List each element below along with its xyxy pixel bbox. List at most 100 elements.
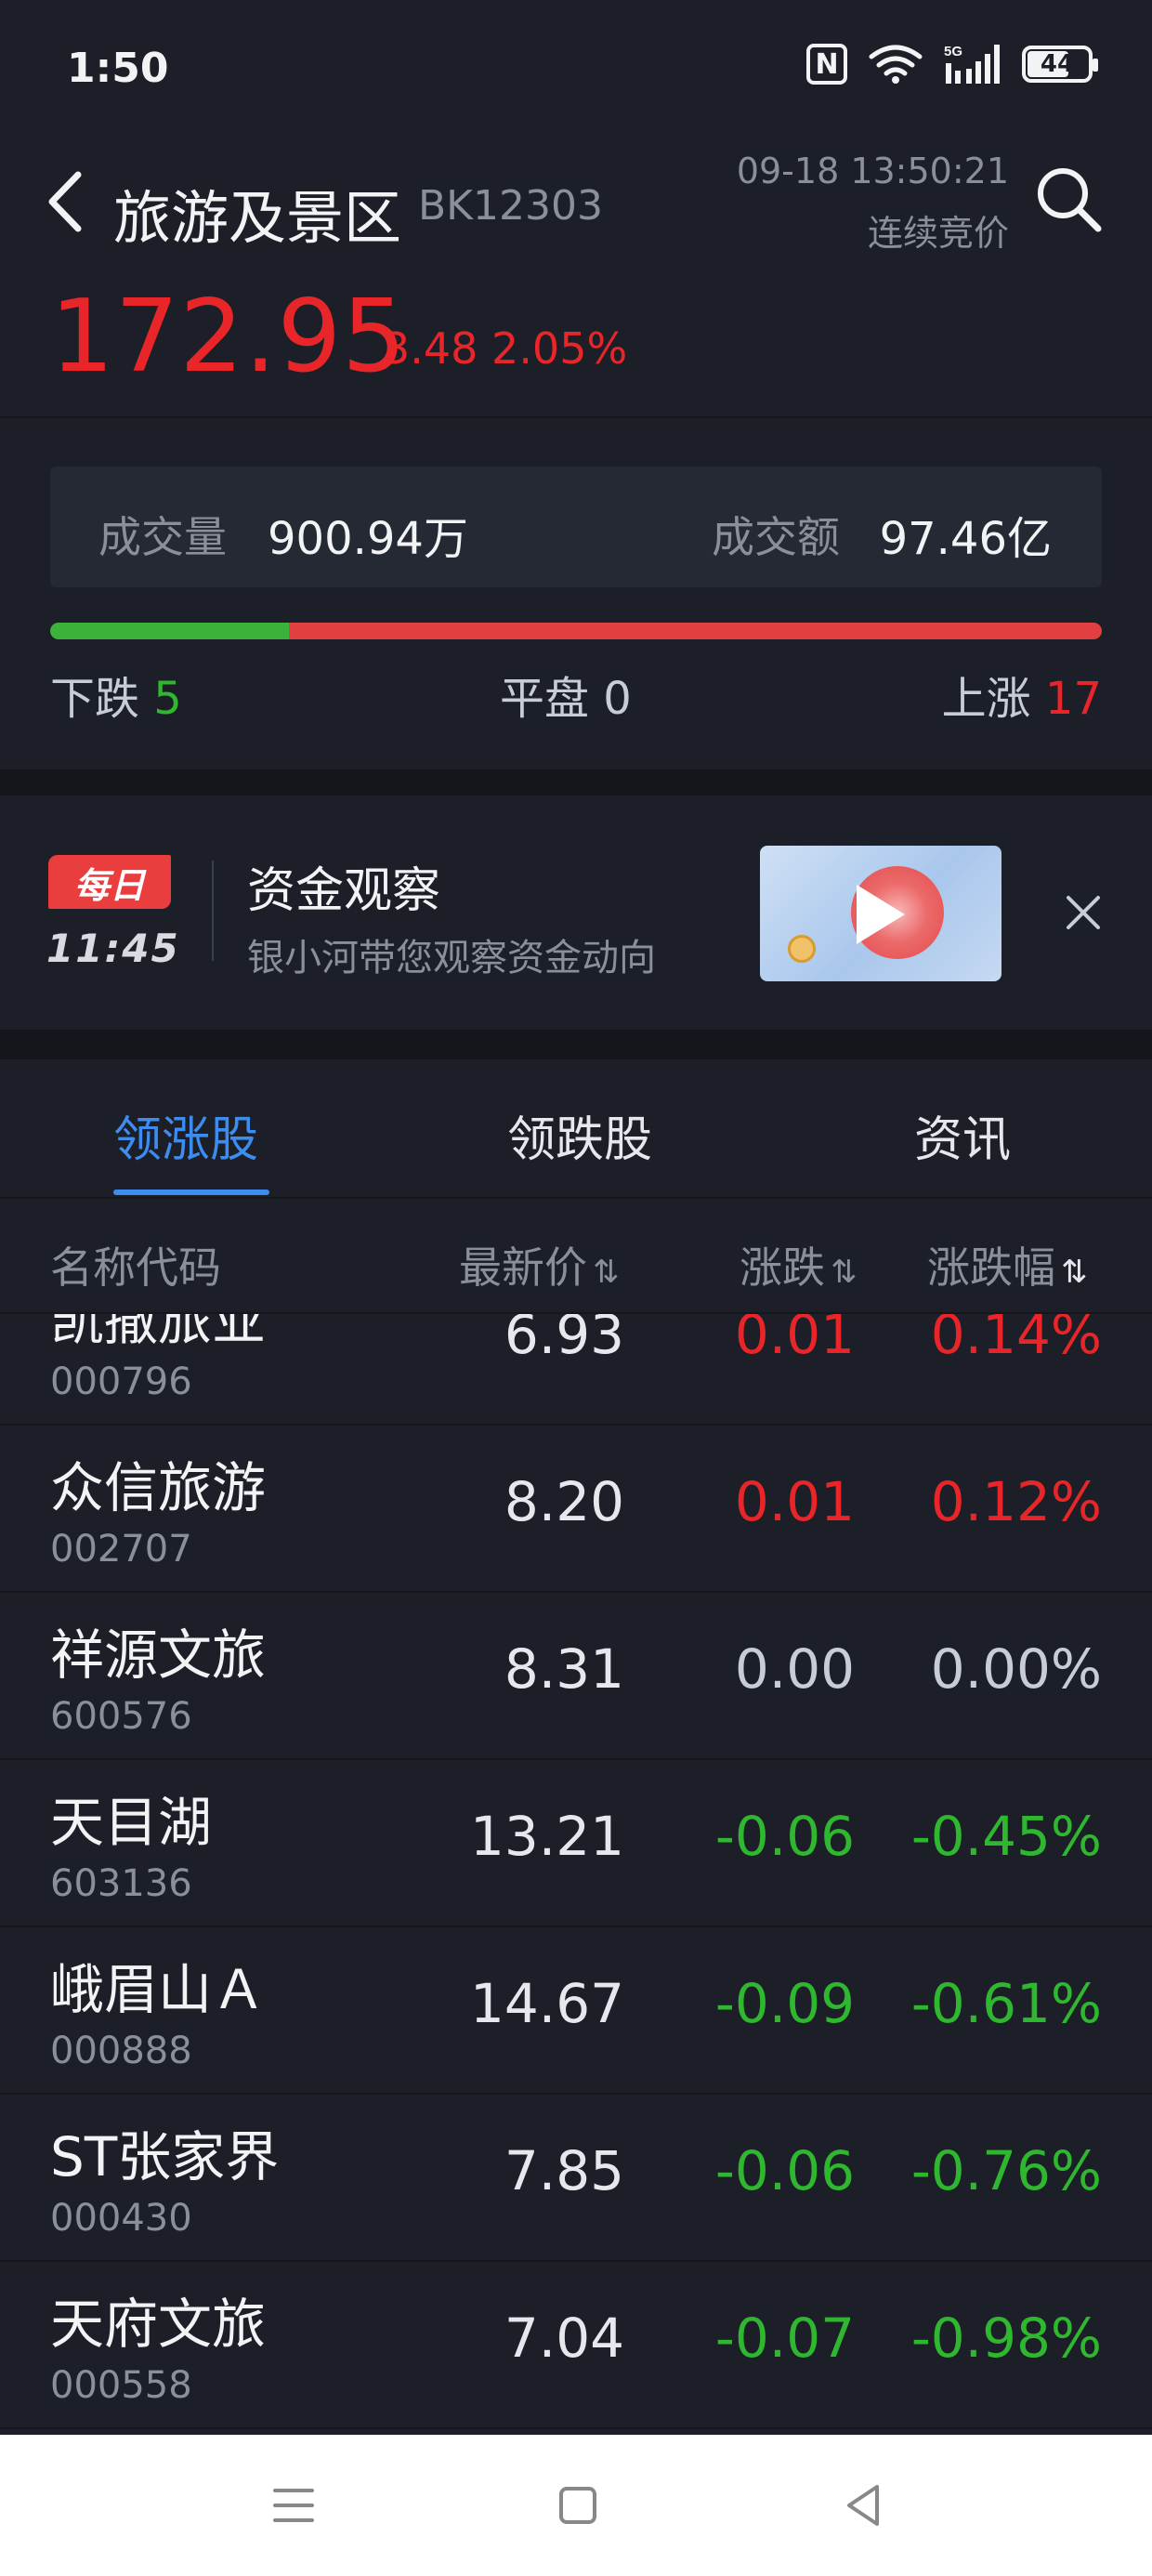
market-stats: 成交量 900.94万 成交额 97.46亿 下跌 5 平盘 0 上涨 17 <box>0 418 1152 769</box>
sector-title: 旅游及景区 <box>113 184 402 252</box>
status-bar: 1:50 N 5G 44 <box>0 0 1152 130</box>
header-change-label: 涨跌 <box>740 1242 825 1293</box>
close-icon[interactable] <box>1063 892 1104 933</box>
status-icons: N 5G 44 <box>806 43 1098 85</box>
quote-datetime: 09-18 13:50:21 <box>736 151 1009 191</box>
stock-code: 000430 <box>50 2197 192 2240</box>
network-type-label: 5G <box>944 44 962 59</box>
stock-name: 天目湖 <box>50 1791 213 1854</box>
stock-change-pct: -0.45% <box>910 1805 1102 1868</box>
stock-change: -0.07 <box>714 2307 855 2370</box>
change-percent: 2.05% <box>491 323 628 374</box>
menu-icon[interactable] <box>266 2477 321 2533</box>
stock-tabs: 领涨股 领跌股 资讯 <box>0 1059 1152 1199</box>
stock-name: 众信旅游 <box>50 1456 267 1519</box>
stock-change-pct: -0.61% <box>910 1972 1102 2035</box>
tab-leading-gainers[interactable]: 领涨股 <box>113 1100 258 1170</box>
header-price[interactable]: 最新价 ⇅ <box>459 1234 620 1295</box>
index-price: 172.95 <box>50 279 407 395</box>
back-arrow-icon[interactable] <box>45 169 85 234</box>
stock-price: 14.67 <box>469 1972 624 2035</box>
stock-price: 8.20 <box>504 1470 624 1533</box>
sort-icon: ⇅ <box>831 1254 857 1291</box>
volume-amount-box: 成交量 900.94万 成交额 97.46亿 <box>50 467 1102 587</box>
wifi-icon <box>869 45 923 84</box>
table-header: 名称代码 最新价 ⇅ 涨跌 ⇅ 涨跌幅 ⇅ <box>0 1201 1152 1314</box>
stock-change-pct: 0.00% <box>930 1637 1102 1701</box>
stock-list: 凯撒旅业 000796 6.93 0.01 0.14% 众信旅游 002707 … <box>0 1314 1152 2435</box>
decline-segment <box>50 623 290 639</box>
battery-icon: 44 <box>1022 46 1098 83</box>
advance-count: 上涨 17 <box>942 662 1102 727</box>
stock-code: 603136 <box>50 1862 192 1905</box>
stock-change-pct: 0.12% <box>930 1470 1102 1533</box>
header-change-pct-label: 涨跌幅 <box>927 1242 1055 1293</box>
stock-change: 0.00 <box>734 1637 855 1701</box>
stock-code: 600576 <box>50 1695 192 1738</box>
back-icon[interactable] <box>836 2477 892 2533</box>
flat-label: 平盘 <box>500 673 590 725</box>
stock-price: 13.21 <box>469 1805 624 1868</box>
signal-icon: 5G <box>944 44 1000 84</box>
table-row[interactable]: 凯撒旅业 000796 6.93 0.01 0.14% <box>0 1314 1152 1426</box>
advance-number: 17 <box>1044 673 1102 725</box>
home-icon[interactable] <box>550 2477 606 2533</box>
table-row[interactable]: 峨眉山Ａ 000888 14.67 -0.09 -0.61% <box>0 1929 1152 2095</box>
daily-fund-banner[interactable]: 每日 11:45 资金观察 银小河带您观察资金动向 <box>0 795 1152 1030</box>
stock-change: -0.06 <box>714 2139 855 2202</box>
stock-change-pct: -0.98% <box>910 2307 1102 2370</box>
index-change: 3.48 2.05% <box>383 323 627 374</box>
stock-name: 祥源文旅 <box>50 1623 267 1687</box>
section-divider <box>0 769 1152 795</box>
amount-value: 97.46亿 <box>879 513 1052 565</box>
advance-decline-counts: 下跌 5 平盘 0 上涨 17 <box>50 662 1102 725</box>
nfc-icon: N <box>806 44 847 85</box>
header-change-pct[interactable]: 涨跌幅 ⇅ <box>927 1234 1088 1295</box>
stock-name: 凯撒旅业 <box>50 1314 267 1352</box>
trading-phase: 连续竞价 <box>867 213 1009 254</box>
stock-code: 000558 <box>50 2364 192 2407</box>
system-nav-bar <box>0 2435 1152 2576</box>
quote-header: 旅游及景区 BK12303 09-18 13:50:21 连续竞价 172.95… <box>0 130 1152 418</box>
stock-change-pct: 0.14% <box>930 1314 1102 1366</box>
video-thumbnail[interactable] <box>760 846 1001 981</box>
banner-subtitle: 银小河带您观察资金动向 <box>247 937 656 979</box>
play-icon <box>857 885 905 944</box>
volume-value: 900.94万 <box>268 513 468 565</box>
table-row[interactable]: 天目湖 603136 13.21 -0.06 -0.45% <box>0 1762 1152 1927</box>
sort-desc-icon: ⇅ <box>1061 1254 1088 1291</box>
banner-time: 11:45 <box>46 926 180 971</box>
stock-code: 000796 <box>50 1360 192 1403</box>
battery-level: 44 <box>1040 50 1075 78</box>
table-row[interactable]: 众信旅游 002707 8.20 0.01 0.12% <box>0 1427 1152 1593</box>
header-name-code: 名称代码 <box>50 1242 221 1293</box>
stock-price: 7.85 <box>504 2139 624 2202</box>
stock-name: 天府文旅 <box>50 2293 267 2356</box>
status-time: 1:50 <box>67 45 169 92</box>
stock-change-pct: -0.76% <box>910 2139 1102 2202</box>
tab-leading-losers[interactable]: 领跌股 <box>507 1100 652 1170</box>
stock-change: -0.06 <box>714 1805 855 1868</box>
advance-label: 上涨 <box>941 673 1031 725</box>
stock-name: ST张家界 <box>50 2125 280 2188</box>
tab-news[interactable]: 资讯 <box>914 1100 1011 1170</box>
section-divider <box>0 1030 1152 1059</box>
stock-price: 8.31 <box>504 1637 624 1701</box>
header-price-label: 最新价 <box>459 1242 587 1293</box>
table-row[interactable]: 天府文旅 000558 7.04 -0.07 -0.98% <box>0 2264 1152 2429</box>
stock-price: 7.04 <box>504 2307 624 2370</box>
stock-name: 峨眉山Ａ <box>50 1958 267 2021</box>
header-change[interactable]: 涨跌 ⇅ <box>740 1234 857 1295</box>
flat-count: 平盘 0 <box>500 662 632 727</box>
flat-number: 0 <box>603 673 632 725</box>
change-value: 3.48 <box>383 323 478 374</box>
banner-divider <box>212 861 214 961</box>
stock-change: 0.01 <box>734 1470 855 1533</box>
search-icon[interactable] <box>1033 164 1104 234</box>
banner-title: 资金观察 <box>247 863 441 919</box>
sector-code: BK12303 <box>418 182 604 230</box>
advance-segment <box>289 623 1102 639</box>
coin-graphic <box>788 935 816 963</box>
table-row[interactable]: ST张家界 000430 7.85 -0.06 -0.76% <box>0 2096 1152 2262</box>
table-row[interactable]: 祥源文旅 600576 8.31 0.00 0.00% <box>0 1595 1152 1760</box>
